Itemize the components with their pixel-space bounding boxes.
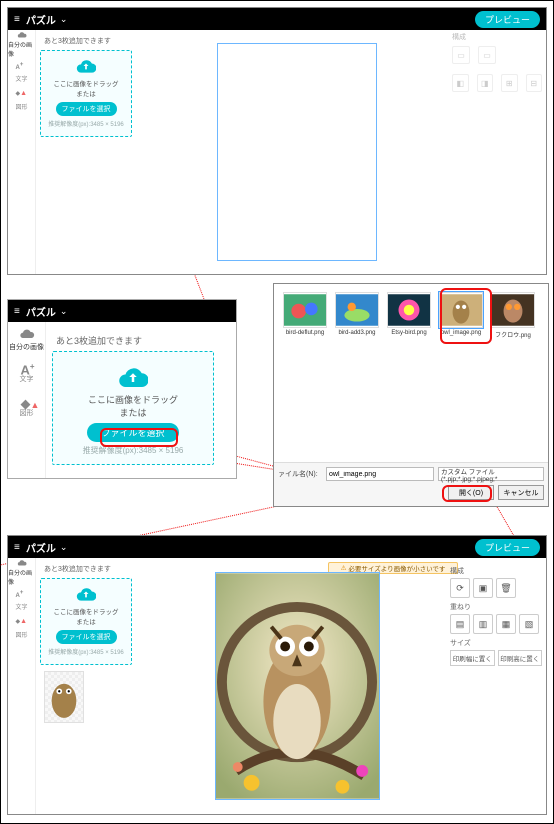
text-icon: A+: [16, 62, 28, 74]
sidebar-item-label: 自分の画像: [9, 342, 44, 352]
file-name: Etsy-bird.png: [391, 330, 426, 336]
select-file-button[interactable]: ファイルを選択: [56, 630, 117, 644]
cloud-upload-icon: [19, 326, 35, 342]
preview-button[interactable]: プレビュー: [475, 539, 540, 556]
text-icon: A+: [16, 590, 28, 602]
uploaded-thumb[interactable]: [44, 671, 84, 723]
inspector-section: 構成: [450, 566, 542, 576]
sidebar-item-label: 図形: [15, 102, 27, 111]
dropzone-or: または: [45, 88, 127, 98]
sidebar-item-label: 図形: [20, 408, 34, 418]
layer-button[interactable]: ▧: [519, 614, 539, 634]
upload-limit-text: あと3枚追加できます: [44, 564, 132, 574]
file-item[interactable]: フクロウ.png: [490, 292, 536, 339]
layer-button[interactable]: ▦: [496, 614, 516, 634]
inspector-section: 重ねり: [450, 602, 542, 612]
fit-height-button[interactable]: 印刷高に置く: [498, 650, 543, 666]
sidebar-item-my-images[interactable]: 自分の画像: [8, 30, 35, 58]
select-file-button[interactable]: ファイルを選択: [87, 423, 178, 442]
canvas-with-image[interactable]: [215, 572, 380, 800]
menu-icon[interactable]: ≡: [14, 14, 20, 25]
chevron-down-icon[interactable]: ⌄: [60, 306, 68, 317]
recommended-size: 推奨解像度(px):3485 × 5196: [45, 647, 127, 656]
filename-label: ァイル名(N):: [278, 469, 322, 479]
file-name: bird-add3.png: [338, 330, 375, 336]
file-item[interactable]: bird-add3.png: [334, 292, 380, 339]
sidebar-item-shapes[interactable]: ◆▲ 図形: [8, 86, 35, 114]
upload-dropzone[interactable]: ここに画像をドラッグ または ファイルを選択 推奨解像度(px):3485 × …: [40, 50, 132, 137]
crop-button[interactable]: ▣: [473, 578, 493, 598]
recommended-size: 推奨解像度(px):3485 × 5196: [45, 119, 127, 128]
sidebar-item-label: 自分の画像: [8, 568, 35, 586]
file-name: owl_image.png: [441, 330, 481, 336]
cloud-upload-icon: [76, 587, 96, 601]
canvas-empty[interactable]: [217, 43, 377, 261]
sidebar-item-my-images[interactable]: 自分の画像: [8, 558, 35, 586]
app-title: パズル: [26, 12, 56, 27]
dropzone-text: ここに画像をドラッグ: [45, 78, 127, 88]
sidebar-item-label: 自分の画像: [8, 40, 35, 58]
dropzone-or: または: [45, 616, 127, 626]
file-item[interactable]: Etsy-bird.png: [386, 292, 432, 339]
fit-width-button[interactable]: 印刷幅に置く: [450, 650, 495, 666]
sidebar-item-text[interactable]: A+ 文字: [8, 356, 45, 390]
dropzone-or: または: [61, 406, 205, 419]
file-name: bird-deflut.png: [286, 330, 324, 336]
file-name: フクロウ.png: [495, 330, 531, 339]
file-item[interactable]: owl_image.png: [438, 292, 484, 339]
replace-button[interactable]: ⟳: [450, 578, 470, 598]
cancel-button[interactable]: キャンセル: [498, 485, 544, 500]
select-file-button[interactable]: ファイルを選択: [56, 102, 117, 116]
cloud-upload-icon: [118, 366, 148, 388]
app-title: パズル: [26, 304, 56, 319]
chevron-down-icon[interactable]: ⌄: [60, 14, 68, 25]
sidebar-item-shapes[interactable]: ◆▲ 図形: [8, 614, 35, 642]
inspector-tool: ▭: [452, 46, 470, 64]
layer-button[interactable]: ▤: [450, 614, 470, 634]
sidebar-item-shapes[interactable]: ◆▲ 図形: [8, 390, 45, 424]
inspector-tool: ▭: [478, 46, 496, 64]
upload-dropzone[interactable]: ここに画像をドラッグ または ファイルを選択 推奨解像度(px):3485 × …: [52, 351, 214, 465]
chevron-down-icon[interactable]: ⌄: [60, 542, 68, 553]
shapes-icon: ◆▲: [16, 90, 28, 102]
sidebar-item-my-images[interactable]: 自分の画像: [8, 322, 45, 356]
dropzone-text: ここに画像をドラッグ: [45, 606, 127, 616]
preview-button[interactable]: プレビュー: [475, 11, 540, 28]
file-dialog: bird-deflut.png bird-add3.png Etsy-bird.…: [273, 283, 549, 507]
sidebar-item-label: 図形: [15, 630, 27, 639]
shapes-icon: ◆▲: [16, 618, 28, 630]
text-icon: A+: [21, 362, 33, 374]
shapes-icon: ◆▲: [21, 396, 33, 408]
sidebar-item-label: 文字: [20, 374, 34, 384]
sidebar-item-text[interactable]: A+ 文字: [8, 58, 35, 86]
sidebar-item-text[interactable]: A+ 文字: [8, 586, 35, 614]
inspector-tool: ◧: [452, 74, 469, 92]
menu-icon[interactable]: ≡: [14, 306, 20, 317]
layer-button[interactable]: ▥: [473, 614, 493, 634]
dropzone-text: ここに画像をドラッグ: [61, 393, 205, 406]
upload-limit-text: あと3枚追加できます: [56, 334, 214, 347]
inspector-tool: ⊟: [526, 74, 543, 92]
sidebar-item-label: 文字: [15, 602, 27, 611]
inspector-title: 構成: [452, 32, 542, 42]
recommended-size: 推奨解像度(px):3485 × 5196: [61, 445, 205, 456]
cloud-upload-icon: [16, 30, 28, 40]
inspector-tool: ⊞: [501, 74, 518, 92]
app-title: パズル: [26, 540, 56, 555]
inspector-tool: ◨: [477, 74, 494, 92]
file-item[interactable]: bird-deflut.png: [282, 292, 328, 339]
upload-limit-text: あと3枚追加できます: [44, 36, 132, 46]
cloud-upload-icon: [76, 59, 96, 73]
filename-input[interactable]: [326, 467, 434, 481]
open-button[interactable]: 開く(O): [448, 485, 494, 500]
cloud-upload-icon: [16, 558, 28, 568]
inspector-section: サイズ: [450, 638, 542, 648]
upload-dropzone[interactable]: ここに画像をドラッグ または ファイルを選択 推奨解像度(px):3485 × …: [40, 578, 132, 665]
delete-button[interactable]: 🗑: [496, 578, 516, 598]
sidebar-item-label: 文字: [15, 74, 27, 83]
menu-icon[interactable]: ≡: [14, 542, 20, 553]
filetype-select[interactable]: カスタム ファイル (*.pjp;*.jpg;*.pjpeg;*: [438, 467, 544, 481]
